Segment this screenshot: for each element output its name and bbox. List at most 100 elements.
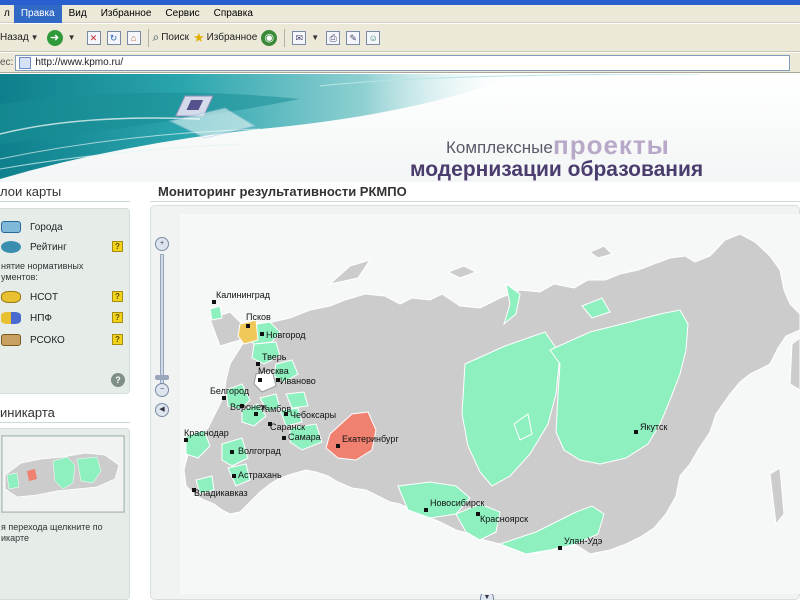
city-label: Тверь — [262, 352, 287, 362]
menu-item-favorites[interactable]: Избранное — [94, 5, 159, 23]
page-title: Мониторинг результативности РКМПО — [158, 184, 407, 199]
city-marker[interactable] — [254, 412, 258, 416]
city-marker[interactable] — [634, 430, 638, 434]
back-button[interactable]: Назад ▼ — [0, 26, 43, 50]
forward-icon: ➜ — [46, 29, 63, 46]
minimap-heading: иникарта — [0, 405, 55, 420]
city-label: Новгород — [266, 330, 306, 340]
rating-icon — [1, 241, 21, 253]
layer-cities[interactable]: Города — [1, 219, 63, 235]
rsoko-help-icon[interactable]: ? — [112, 334, 123, 345]
edit-icon[interactable]: ✎ — [346, 30, 361, 45]
layer-npf-label: НПФ — [30, 312, 53, 324]
title-rule — [150, 201, 800, 202]
print-icon[interactable]: ⎙ — [326, 30, 341, 45]
rating-help-icon[interactable]: ? — [112, 241, 123, 252]
city-marker[interactable] — [282, 436, 286, 440]
star-icon: ★ — [192, 29, 205, 45]
map-region-kamchatka — [789, 337, 800, 391]
russia-map[interactable]: Калининград Псков Новгород Тверь МоскваИвано… — [180, 214, 800, 594]
back-dropdown-icon[interactable]: ▼ — [31, 33, 39, 42]
zoom-slider[interactable] — [160, 254, 164, 384]
address-input[interactable]: http://www.kpmo.ru/ — [15, 54, 790, 71]
city-marker[interactable] — [246, 324, 250, 328]
layers-help-icon[interactable]: ? — [111, 373, 125, 387]
city-marker[interactable] — [260, 332, 264, 336]
city-label: Самара — [288, 432, 321, 442]
layer-rsoko[interactable]: РСОКО — [1, 332, 65, 348]
city-label: Калининград — [216, 290, 271, 300]
zoom-out-button[interactable]: − — [155, 383, 169, 397]
layer-npf[interactable]: НПФ — [1, 310, 52, 326]
brand-text-complex: Комплексные — [446, 138, 553, 157]
menu-item-file-partial[interactable]: л — [0, 5, 14, 23]
city-label: Красноярск — [480, 514, 528, 524]
stack-icon — [1, 334, 21, 346]
browser-toolbar: Назад ▼ ➜ ▼ ✕ ↻ ⌂ ⌕ Поиск ★ Избранное ◉ … — [0, 24, 800, 52]
layer-nsot[interactable]: НСОТ — [1, 289, 58, 305]
city-marker[interactable] — [258, 378, 262, 382]
minimap-note: я перехода щелкните по икарте — [1, 522, 103, 543]
media-icon[interactable]: ◉ — [261, 29, 278, 46]
minimap-heading-rule — [0, 422, 130, 423]
mail-icon[interactable]: ✉ — [292, 30, 307, 45]
city-label: Екатеринбург — [342, 434, 399, 444]
search-label: Поиск — [161, 32, 189, 43]
city-label: Якутск — [640, 422, 668, 432]
map-region-kaliningrad — [209, 305, 223, 321]
stop-icon[interactable]: ✕ — [86, 30, 101, 45]
back-label: Назад — [0, 32, 29, 43]
npf-help-icon[interactable]: ? — [112, 312, 123, 323]
map-region-pskov — [237, 319, 259, 345]
layer-rating-label: Рейтинг — [30, 241, 67, 253]
city-label: Новосибирск — [430, 498, 484, 508]
city-marker[interactable] — [424, 508, 428, 512]
cities-icon — [1, 221, 21, 233]
minimap[interactable] — [1, 435, 125, 513]
favorites-label: Избранное — [206, 32, 258, 43]
city-label: Улан-Удэ — [564, 536, 603, 546]
mail-dropdown-icon[interactable]: ▼ — [311, 33, 319, 42]
address-label: ес: — [0, 57, 14, 68]
address-url: http://www.kpmo.ru/ — [35, 57, 124, 68]
home-icon[interactable]: ⌂ — [126, 30, 141, 45]
menu-item-edit[interactable]: Правка — [13, 4, 62, 23]
menu-bar: л Правка Вид Избранное Сервис Справка — [0, 4, 800, 23]
city-marker[interactable] — [184, 438, 188, 442]
coins-icon — [1, 291, 21, 303]
brand-text-projects: проекты — [553, 130, 670, 160]
city-marker[interactable] — [284, 412, 288, 416]
toolbar-separator — [284, 28, 286, 47]
city-marker[interactable] — [230, 450, 234, 454]
menu-item-help[interactable]: Справка — [207, 5, 260, 23]
nsot-help-icon[interactable]: ? — [112, 291, 123, 302]
zoom-slider-thumb[interactable] — [155, 375, 169, 380]
city-label: Чебоксары — [290, 410, 336, 420]
search-icon: ⌕ — [152, 30, 160, 44]
refresh-icon[interactable]: ↻ — [106, 30, 121, 45]
page-icon — [19, 56, 32, 69]
city-marker[interactable] — [336, 444, 340, 448]
city-marker[interactable] — [212, 300, 216, 304]
city-label: Волгоград — [238, 446, 281, 456]
city-marker[interactable] — [232, 474, 236, 478]
menu-item-tools[interactable]: Сервис — [158, 5, 206, 23]
layer-rsoko-label: РСОКО — [30, 334, 65, 346]
forward-button[interactable]: ➜ ▼ — [46, 26, 80, 50]
city-label: Саранск — [270, 422, 305, 432]
pan-left-button[interactable]: ◀ — [155, 403, 169, 417]
layers-panel: Города Рейтинг ? нятие нормативных умент… — [0, 208, 130, 394]
favorites-button[interactable]: ★ Избранное — [193, 26, 257, 50]
forward-dropdown-icon[interactable]: ▼ — [68, 33, 76, 42]
layer-rating[interactable]: Рейтинг — [1, 239, 67, 255]
city-label: Владикавказ — [194, 488, 248, 498]
city-marker[interactable] — [222, 396, 226, 400]
zoom-in-button[interactable]: + — [155, 237, 169, 251]
layer-nsot-label: НСОТ — [30, 291, 59, 303]
search-button[interactable]: ⌕ Поиск — [153, 26, 189, 50]
layers-heading-rule — [0, 201, 130, 202]
menu-item-view[interactable]: Вид — [62, 5, 94, 23]
messenger-icon[interactable]: ☺ — [366, 30, 381, 45]
layers-heading: лои карты — [0, 184, 62, 199]
city-marker[interactable] — [558, 546, 562, 550]
